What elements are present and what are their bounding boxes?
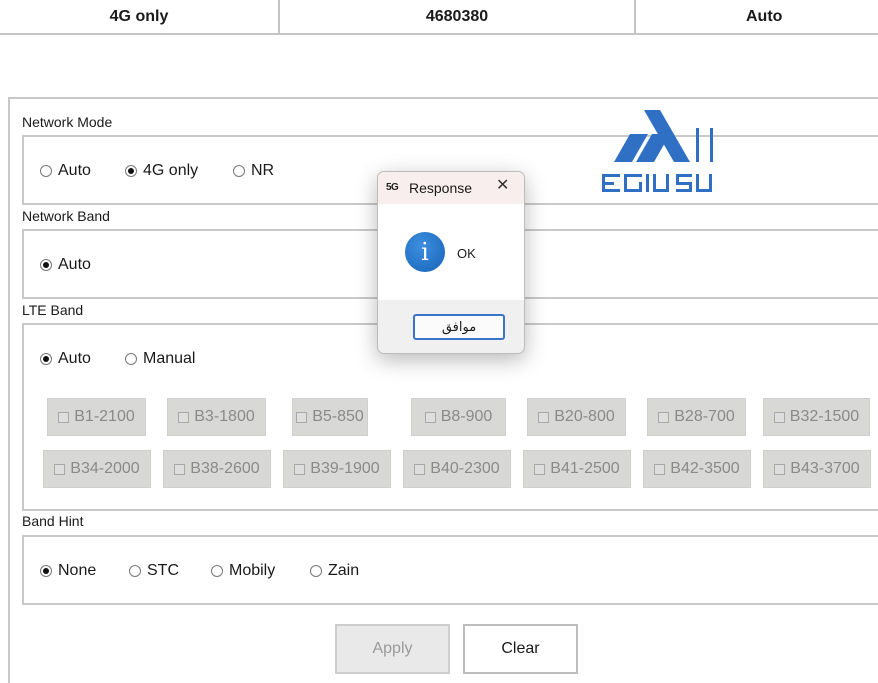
radio-indicator [233,165,245,177]
dialog-body: i OK [378,204,524,300]
checkbox-box [654,463,666,475]
checkbox-box [534,463,546,475]
radio-label: Auto [58,350,91,367]
radio-label: Auto [58,256,91,273]
info-icon: i [405,232,445,272]
radio-label: Auto [58,162,91,179]
radio-label: Manual [143,350,196,367]
band-checkbox-b43[interactable]: B43-3700 [763,450,871,488]
band-label: B8-900 [440,408,493,425]
band-hint-stc-radio[interactable]: STC [129,562,179,580]
checkbox-box [774,463,786,475]
radio-label: 4G only [143,162,199,179]
lte-band-auto-radio[interactable]: Auto [40,350,91,368]
radio-indicator [40,353,52,365]
band-label: B5-850 [312,408,364,425]
radio-indicator [40,565,52,577]
checkbox-box [174,463,186,475]
band-label: B39-1900 [310,460,380,477]
radio-indicator [310,565,322,577]
band-label: B20-800 [554,408,615,425]
checkbox-box [296,411,308,423]
network-band-label: Network Band [22,208,110,224]
band-label: B1-2100 [74,408,135,425]
checkbox-box [773,411,785,423]
radio-indicator [40,165,52,177]
checkbox-box [54,463,66,475]
band-hint-label: Band Hint [22,513,84,529]
network-mode-nr-radio[interactable]: NR [233,162,274,180]
band-checkbox-b38[interactable]: B38-2600 [163,450,271,488]
radio-indicator [125,165,137,177]
app-5g-icon: 5G [386,182,399,193]
dialog-title-bar[interactable]: 5G Response ✕ [378,172,524,204]
lte-band-label: LTE Band [22,302,84,318]
close-icon[interactable]: ✕ [496,178,509,194]
checkbox-box [58,411,70,423]
band-label: B32-1500 [789,408,860,425]
checkbox-box [414,463,426,475]
band-label: B38-2600 [190,460,260,477]
band-label: B42-3500 [670,460,740,477]
radio-label: NR [251,162,275,179]
band-label: B3-1800 [194,408,255,425]
checkbox-box [178,411,190,423]
dialog-title: Response [409,180,473,196]
network-band-auto-radio[interactable]: Auto [40,256,91,274]
band-checkbox-b3[interactable]: B3-1800 [167,398,266,436]
checkbox-box [294,463,306,475]
network-mode-4g-radio[interactable]: 4G only [125,162,198,180]
radio-label: Mobily [229,562,276,579]
band-checkbox-b8[interactable]: B8-900 [411,398,506,436]
band-checkbox-b42[interactable]: B42-3500 [643,450,751,488]
band-hint-zain-radio[interactable]: Zain [310,562,359,580]
clear-button[interactable]: Clear [463,624,578,674]
band-hint-none-radio[interactable]: None [40,562,96,580]
radio-indicator [40,259,52,271]
band-label: B43-3700 [790,460,860,477]
band-checkbox-b20[interactable]: B20-800 [527,398,626,436]
radio-label: Zain [328,562,360,579]
band-checkbox-b1[interactable]: B1-2100 [47,398,146,436]
band-label: B34-2000 [70,460,140,477]
band-checkbox-b34[interactable]: B34-2000 [43,450,151,488]
checkbox-box [424,411,436,423]
band-label: B40-2300 [430,460,500,477]
checkbox-box [538,411,550,423]
response-dialog: 5G Response ✕ i OK موافق [377,171,525,354]
band-value: Auto [636,0,878,35]
network-mode-auto-radio[interactable]: Auto [40,162,91,180]
band-checkbox-b32[interactable]: B32-1500 [763,398,870,436]
band-label: B28-700 [674,408,735,425]
checkbox-box [658,411,670,423]
band-checkbox-b41[interactable]: B41-2500 [523,450,631,488]
network-mode-label: Network Mode [22,114,113,130]
dialog-message: OK [457,246,476,261]
radio-label: None [58,562,97,579]
band-checkbox-b40[interactable]: B40-2300 [403,450,511,488]
lte-band-manual-radio[interactable]: Manual [125,350,195,368]
band-checkbox-b5[interactable]: B5-850 [292,398,368,436]
ok-button[interactable]: موافق [413,314,505,340]
cell-id-value: 4680380 [280,0,636,35]
band-hint-mobily-radio[interactable]: Mobily [211,562,275,580]
radio-label: STC [147,562,179,579]
radio-indicator [211,565,223,577]
band-checkbox-b39[interactable]: B39-1900 [283,450,391,488]
apply-button[interactable]: Apply [335,624,450,674]
status-row: 4G only 4680380 Auto [0,0,878,36]
brand-logo-icon [602,110,713,192]
radio-indicator [125,353,137,365]
radio-indicator [129,565,141,577]
band-checkbox-b28[interactable]: B28-700 [647,398,746,436]
band-label: B41-2500 [550,460,620,477]
network-mode-value: 4G only [0,0,280,35]
